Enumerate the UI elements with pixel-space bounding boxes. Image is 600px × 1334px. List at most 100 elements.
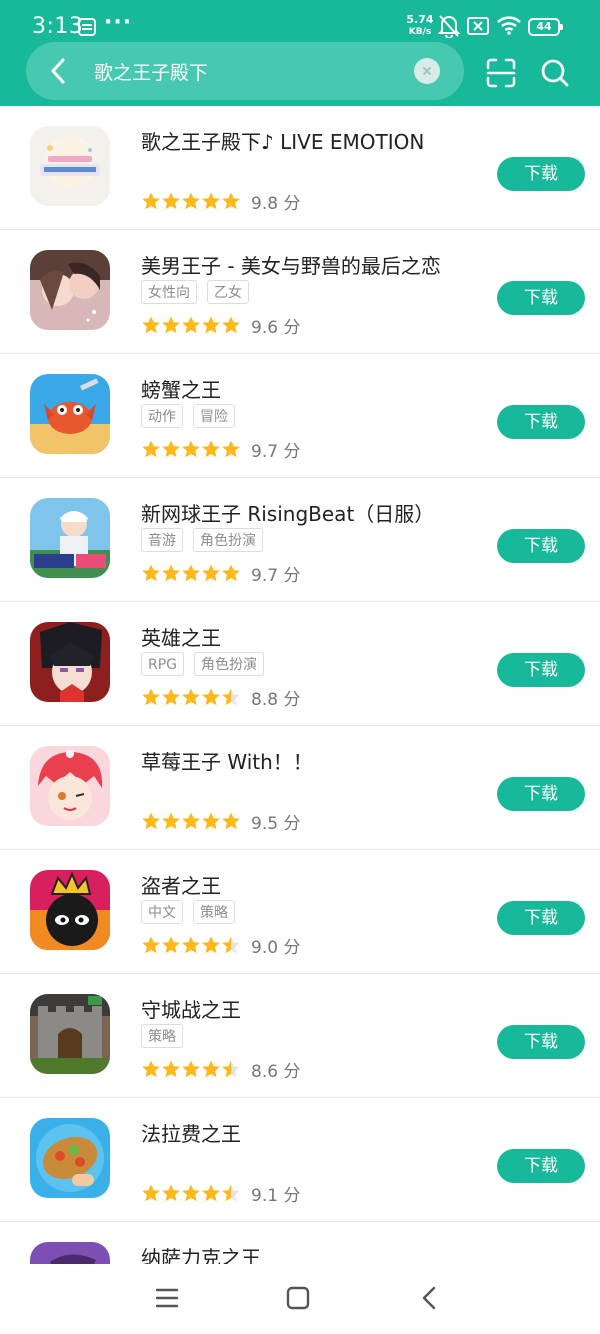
top-header: 3:13 ··· 5.74 KB/s 44 歌之王子殿下 (0, 0, 600, 106)
app-list-item[interactable]: 螃蟹之王 动作 冒险 9.7 分 下载 (0, 354, 600, 478)
app-name[interactable]: 英雄之王 (141, 622, 221, 651)
star-icon (182, 564, 200, 582)
star-icon (182, 440, 200, 458)
star-icon (182, 1184, 200, 1202)
search-input[interactable]: 歌之王子殿下 (94, 58, 208, 85)
app-tag[interactable]: 冒险 (193, 404, 235, 428)
app-icon-falafel-king[interactable] (30, 1118, 110, 1198)
app-tag[interactable]: 乙女 (207, 280, 249, 304)
app-tag[interactable]: 角色扮演 (194, 652, 265, 676)
app-score: 9.5 分 (251, 813, 301, 834)
app-tag[interactable]: 策略 (141, 1024, 183, 1048)
star-icon (142, 688, 160, 706)
net-speed-value: 5.74 (406, 13, 434, 26)
star-rating (141, 315, 241, 335)
star-icon (162, 812, 180, 830)
app-tag[interactable]: 角色扮演 (193, 528, 263, 552)
app-list-item[interactable]: 法拉费之王 9.1 分 下载 (0, 1098, 600, 1222)
app-tag[interactable]: 音游 (141, 528, 183, 552)
app-icon-tennis-prince[interactable] (30, 498, 110, 578)
app-icon-crab-king[interactable] (30, 374, 110, 454)
app-tag[interactable]: RPG (141, 652, 185, 676)
recent-apps-menu-icon[interactable] (154, 1286, 180, 1314)
star-rating (141, 811, 241, 831)
star-icon (162, 688, 180, 706)
app-score: 9.7 分 (251, 565, 301, 586)
back-nav-icon[interactable] (418, 1284, 442, 1316)
app-name[interactable]: 歌之王子殿下♪ LIVE EMOTION (141, 126, 424, 155)
battery-indicator: 44 (528, 18, 563, 36)
back-arrow-icon[interactable] (42, 54, 76, 88)
download-button[interactable]: 下载 (497, 777, 585, 811)
app-name[interactable]: 草莓王子 With！！ (141, 746, 313, 775)
app-name[interactable]: 盗者之王 (141, 870, 221, 899)
star-icon (222, 564, 240, 582)
star-icon (162, 1184, 180, 1202)
star-icon (222, 688, 240, 706)
star-icon (202, 192, 220, 210)
star-icon (182, 936, 200, 954)
app-tag[interactable]: 女性向 (141, 280, 197, 304)
download-button[interactable]: 下载 (497, 157, 585, 191)
star-icon (222, 1060, 240, 1078)
app-tag[interactable]: 中文 (141, 900, 183, 924)
app-score: 9.0 分 (251, 937, 301, 958)
no-sim-icon (466, 16, 490, 40)
app-list-item[interactable]: 盗者之王 中文 策略 9.0 分 下载 (0, 850, 600, 974)
app-icon-strawberry-prince[interactable] (30, 746, 110, 826)
app-tag[interactable]: 策略 (193, 900, 235, 924)
wifi-icon (496, 14, 522, 40)
app-name[interactable]: 法拉费之王 (141, 1118, 241, 1147)
app-score: 8.6 分 (251, 1061, 301, 1082)
star-icon (222, 192, 240, 210)
download-button[interactable]: 下载 (497, 1149, 585, 1183)
star-icon (142, 1060, 160, 1078)
star-icon (202, 316, 220, 334)
star-icon (182, 812, 200, 830)
app-tag[interactable]: 动作 (141, 404, 183, 428)
app-list-item[interactable]: 草莓王子 With！！ 9.5 分 下载 (0, 726, 600, 850)
download-button[interactable]: 下载 (497, 901, 585, 935)
star-icon (202, 812, 220, 830)
star-icon (182, 192, 200, 210)
app-list-item[interactable]: 歌之王子殿下♪ LIVE EMOTION 9.8 分 下载 (0, 106, 600, 230)
app-icon-thief-king[interactable] (30, 870, 110, 950)
app-icon-castle-king[interactable] (30, 994, 110, 1074)
download-button[interactable]: 下载 (497, 281, 585, 315)
clear-search-icon[interactable] (414, 58, 440, 84)
app-icon-beauty-beast[interactable] (30, 250, 110, 330)
search-bar[interactable]: 歌之王子殿下 (26, 42, 464, 100)
star-rating (141, 191, 241, 211)
star-icon (222, 440, 240, 458)
app-list-item[interactable]: 新网球王子 RisingBeat（日服） 音游 角色扮演 9.7 分 下载 (0, 478, 600, 602)
star-icon (202, 1060, 220, 1078)
download-button[interactable]: 下载 (497, 529, 585, 563)
download-button[interactable]: 下载 (497, 653, 585, 687)
notification-app-icon (78, 18, 96, 36)
app-score: 9.6 分 (251, 317, 301, 338)
app-list-item[interactable]: 守城战之王 策略 8.6 分 下载 (0, 974, 600, 1098)
download-button[interactable]: 下载 (497, 405, 585, 439)
star-icon (202, 688, 220, 706)
home-icon[interactable] (285, 1286, 311, 1314)
app-name[interactable]: 新网球王子 RisingBeat（日服） (141, 498, 434, 527)
app-icon-overlord[interactable] (30, 1242, 110, 1264)
app-name[interactable]: 螃蟹之王 (141, 374, 221, 403)
app-rating: 9.6 分 (141, 314, 301, 338)
app-name[interactable]: 美男王子 - 美女与野兽的最后之恋 (141, 250, 441, 279)
search-results-list[interactable]: 歌之王子殿下♪ LIVE EMOTION 9.8 分 下载 美男王子 - 美女与… (0, 106, 600, 1264)
app-list-item[interactable]: 美男王子 - 美女与野兽的最后之恋 女性向 乙女 9.6 分 下载 (0, 230, 600, 354)
download-button[interactable]: 下载 (497, 1025, 585, 1059)
app-list-item[interactable]: 英雄之王 RPG 角色扮演 8.8 分 下载 (0, 602, 600, 726)
app-rating: 9.8 分 (141, 190, 300, 214)
app-icon-hero-king[interactable] (30, 622, 110, 702)
search-icon[interactable] (540, 58, 570, 88)
scan-icon[interactable] (486, 58, 516, 88)
app-name[interactable]: 守城战之王 (141, 994, 241, 1023)
app-icon-utapri[interactable] (30, 126, 110, 206)
app-name[interactable]: 纳萨力克之王 (141, 1242, 261, 1264)
app-tags: 策略 (141, 1024, 193, 1050)
app-list-item[interactable]: 纳萨力克之王 (0, 1222, 600, 1264)
star-icon (142, 192, 160, 210)
system-nav-bar (0, 1264, 600, 1334)
